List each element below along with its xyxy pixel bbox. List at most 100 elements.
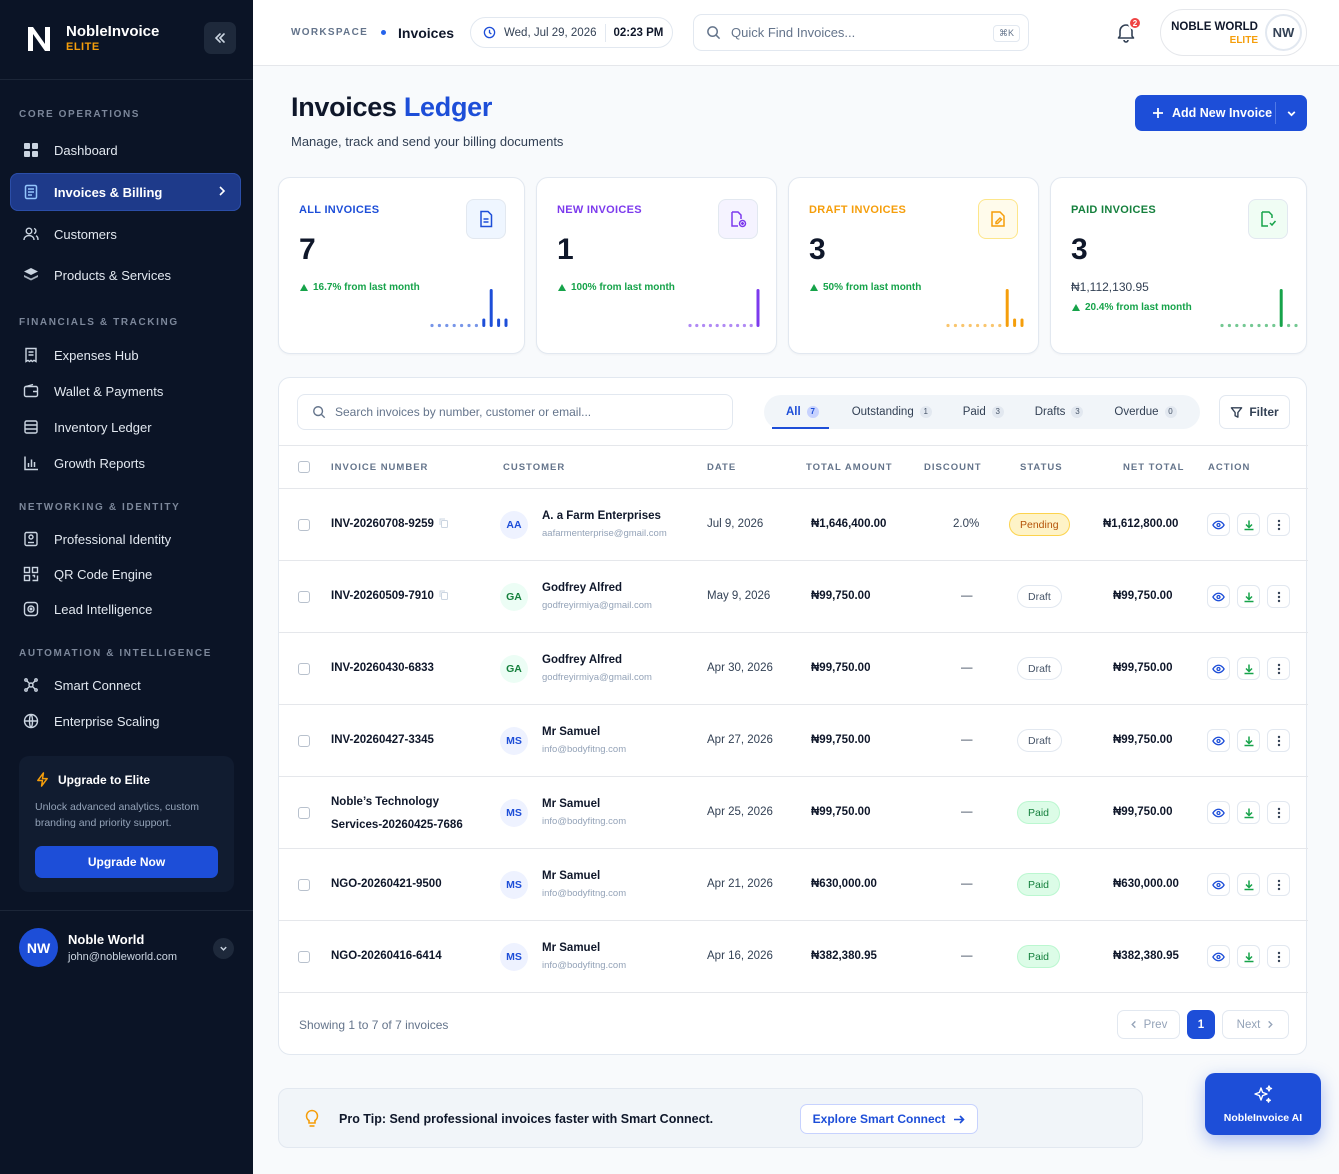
add-invoice-dropdown[interactable] xyxy=(1276,108,1307,119)
invoice-search-input[interactable]: Search invoices by number, customer or e… xyxy=(297,394,733,430)
stat-card-paid[interactable]: PAID INVOICES 3 ₦1,112,130.95 20.4% from… xyxy=(1050,177,1307,354)
column-header[interactable]: INVOICE NUMBER xyxy=(331,462,428,473)
customer-name[interactable]: Mr Samuel xyxy=(542,798,600,810)
table-row[interactable]: NGO-20260421-9500 MS Mr Samuel info@bodyfit… xyxy=(279,849,1308,921)
table-row[interactable]: NGO-20260416-6414 MS Mr Samuel info@bodyfit… xyxy=(279,921,1308,993)
invoice-number[interactable]: Noble’s Technology Services-20260425-768… xyxy=(331,791,481,837)
total-amount: ₦99,750.00 xyxy=(811,806,871,818)
row-checkbox[interactable] xyxy=(298,735,310,747)
invoice-number[interactable]: NGO-20260416-6414 xyxy=(331,945,442,968)
column-header[interactable]: NET TOTAL xyxy=(1123,462,1184,473)
invoice-number[interactable]: NGO-20260421-9500 xyxy=(331,873,442,896)
download-button[interactable] xyxy=(1237,801,1260,824)
view-button[interactable] xyxy=(1207,729,1230,752)
view-button[interactable] xyxy=(1207,945,1230,968)
tab-all[interactable]: All 7 xyxy=(772,395,829,429)
spark-mark xyxy=(474,323,478,328)
sidebar-item-smart-connect[interactable]: Smart Connect xyxy=(10,666,241,704)
more-button[interactable] xyxy=(1267,513,1290,536)
table-row[interactable]: Noble’s Technology Services-20260425-768… xyxy=(279,777,1308,849)
upgrade-now-button[interactable]: Upgrade Now xyxy=(35,846,218,878)
sidebar-item-dashboard[interactable]: Dashboard xyxy=(10,131,241,169)
sidebar-item-enterprise[interactable]: Enterprise Scaling xyxy=(10,702,241,740)
sidebar-item-invoices[interactable]: Invoices & Billing xyxy=(10,173,241,211)
collapse-sidebar-button[interactable] xyxy=(204,22,236,54)
table-row[interactable]: INV-20260427-3345 MS Mr Samuel info@bodyfit… xyxy=(279,705,1308,777)
customer-name[interactable]: Godfrey Alfred xyxy=(542,654,622,666)
invoice-number[interactable]: INV-20260708-9259 xyxy=(331,513,448,536)
view-button[interactable] xyxy=(1207,585,1230,608)
invoice-number[interactable]: INV-20260430-6833 xyxy=(331,657,434,680)
customer-name[interactable]: Mr Samuel xyxy=(542,726,600,738)
row-checkbox[interactable] xyxy=(298,591,310,603)
customer-name[interactable]: A. a Farm Enterprises xyxy=(542,510,661,522)
tab-paid[interactable]: Paid 3 xyxy=(963,395,1004,429)
stat-card-all[interactable]: ALL INVOICES 7 16.7% from last month xyxy=(278,177,525,354)
column-header[interactable]: CUSTOMER xyxy=(503,462,565,473)
invoice-number[interactable]: INV-20260427-3345 xyxy=(331,729,434,752)
tab-outstanding[interactable]: Outstanding 1 xyxy=(852,395,932,429)
column-header[interactable]: TOTAL AMOUNT xyxy=(806,462,893,473)
customer-name[interactable]: Mr Samuel xyxy=(542,870,600,882)
table-row[interactable]: INV-20260708-9259 AA A. a Farm Enterprises… xyxy=(279,489,1308,561)
brand[interactable]: NobleInvoice ELITE xyxy=(26,24,159,54)
ai-assistant-button[interactable]: NobleInvoice AI xyxy=(1205,1073,1321,1135)
tab-drafts[interactable]: Drafts 3 xyxy=(1035,395,1084,429)
row-checkbox[interactable] xyxy=(298,951,310,963)
more-button[interactable] xyxy=(1267,801,1290,824)
prev-page-button[interactable]: Prev xyxy=(1117,1010,1180,1039)
copy-icon[interactable] xyxy=(439,590,448,600)
download-button[interactable] xyxy=(1237,513,1260,536)
row-checkbox[interactable] xyxy=(298,879,310,891)
view-button[interactable] xyxy=(1207,657,1230,680)
tab-overdue[interactable]: Overdue 0 xyxy=(1114,395,1177,429)
quick-find-search[interactable]: Quick Find Invoices... ⌘K xyxy=(693,14,1029,51)
sidebar-item-growth[interactable]: Growth Reports xyxy=(10,444,241,482)
more-button[interactable] xyxy=(1267,873,1290,896)
more-button[interactable] xyxy=(1267,945,1290,968)
explore-smart-connect-button[interactable]: Explore Smart Connect xyxy=(800,1104,978,1134)
column-header[interactable]: DISCOUNT xyxy=(924,462,982,473)
stat-card-new[interactable]: NEW INVOICES 1 100% from last month xyxy=(536,177,777,354)
user-menu[interactable]: NOBLE WORLD ELITE NW xyxy=(1160,9,1307,56)
row-checkbox[interactable] xyxy=(298,807,310,819)
row-checkbox[interactable] xyxy=(298,519,310,531)
view-button[interactable] xyxy=(1207,513,1230,536)
user-profile[interactable]: NW Noble World john@nobleworld.com xyxy=(19,928,177,967)
sidebar-item-qr[interactable]: QR Code Engine xyxy=(10,555,241,593)
customer-name[interactable]: Mr Samuel xyxy=(542,942,600,954)
customer-name[interactable]: Godfrey Alfred xyxy=(542,582,622,594)
download-button[interactable] xyxy=(1237,729,1260,752)
filter-button[interactable]: Filter xyxy=(1219,395,1290,429)
download-button[interactable] xyxy=(1237,657,1260,680)
download-button[interactable] xyxy=(1237,873,1260,896)
breadcrumb-root[interactable]: WORKSPACE xyxy=(291,27,368,38)
view-button[interactable] xyxy=(1207,873,1230,896)
user-menu-button[interactable] xyxy=(213,938,234,959)
more-button[interactable] xyxy=(1267,657,1290,680)
sidebar-item-lead[interactable]: Lead Intelligence xyxy=(10,590,241,628)
view-button[interactable] xyxy=(1207,801,1230,824)
more-button[interactable] xyxy=(1267,729,1290,752)
select-all-checkbox[interactable] xyxy=(298,461,310,473)
download-button[interactable] xyxy=(1237,585,1260,608)
table-row[interactable]: INV-20260509-7910 GA Godfrey Alfred godfrey… xyxy=(279,561,1308,633)
download-button[interactable] xyxy=(1237,945,1260,968)
add-new-invoice-button[interactable]: Add New Invoice xyxy=(1135,95,1275,131)
table-row[interactable]: INV-20260430-6833 GA Godfrey Alfred godfrey… xyxy=(279,633,1308,705)
next-page-button[interactable]: Next xyxy=(1222,1010,1289,1039)
column-header[interactable]: DATE xyxy=(707,462,736,473)
page-button-1[interactable]: 1 xyxy=(1187,1010,1215,1039)
column-header[interactable]: STATUS xyxy=(1020,462,1063,473)
sidebar-item-customers[interactable]: Customers xyxy=(10,215,241,253)
invoice-number[interactable]: INV-20260509-7910 xyxy=(331,585,448,608)
sidebar-item-inventory[interactable]: Inventory Ledger xyxy=(10,408,241,446)
sidebar-item-wallet[interactable]: Wallet & Payments xyxy=(10,372,241,410)
sidebar-item-identity[interactable]: Professional Identity xyxy=(10,520,241,558)
copy-icon[interactable] xyxy=(439,518,448,528)
sidebar-item-products[interactable]: Products & Services xyxy=(10,256,241,294)
stat-card-draft[interactable]: DRAFT INVOICES 3 50% from last month xyxy=(788,177,1039,354)
more-button[interactable] xyxy=(1267,585,1290,608)
sidebar-item-expenses[interactable]: Expenses Hub xyxy=(10,336,241,374)
row-checkbox[interactable] xyxy=(298,663,310,675)
